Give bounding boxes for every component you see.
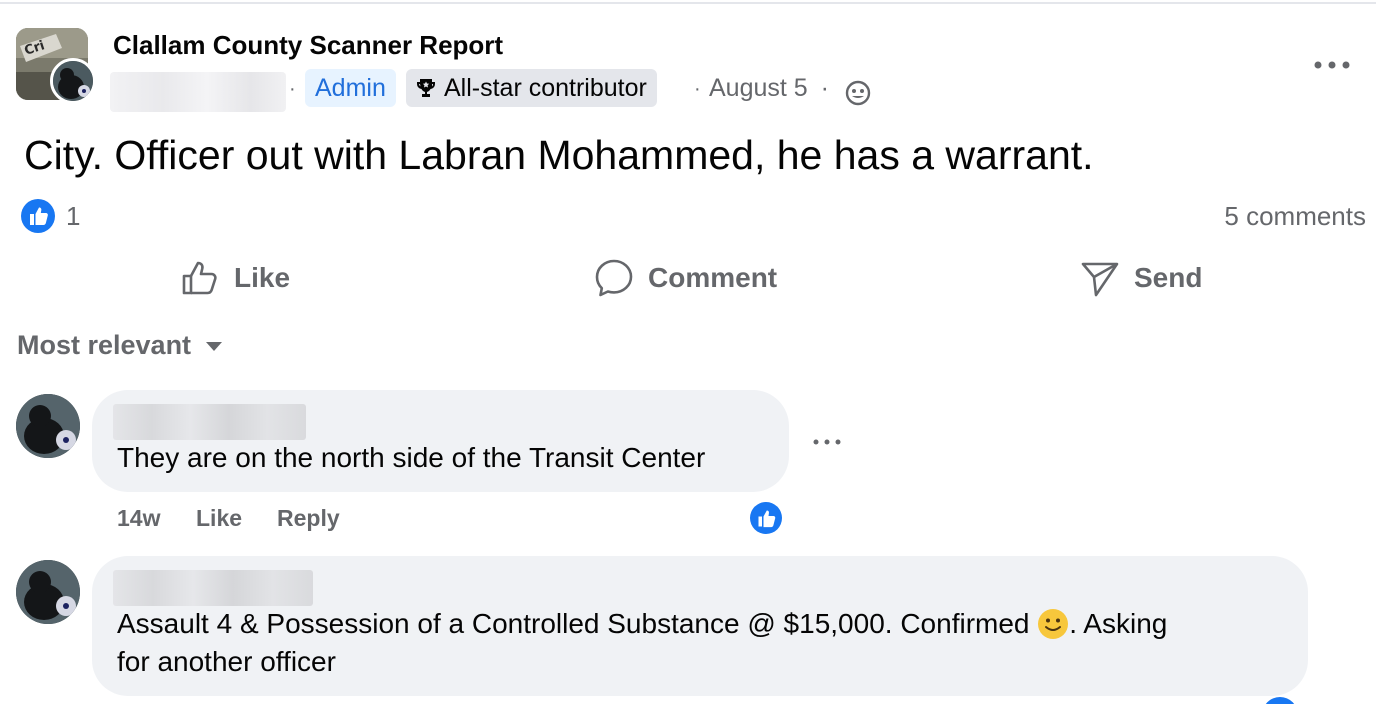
comments-count[interactable]: 5 comments (1224, 201, 1366, 232)
caret-down-icon (206, 341, 223, 351)
comment-text: Assault 4 & Possession of a Controlled S… (117, 605, 1167, 643)
comment-button-label: Comment (648, 262, 778, 293)
send-icon (1081, 262, 1119, 297)
group-name[interactable]: Clallam County Scanner Report (113, 30, 503, 61)
top-divider (0, 2, 1376, 4)
admin-badge[interactable]: Admin (305, 69, 396, 107)
trophy-icon (416, 79, 436, 97)
comment-like-reaction[interactable] (748, 500, 784, 536)
sort-label: Most relevant (17, 330, 192, 360)
separator-dot: · (289, 78, 296, 100)
globe-icon (845, 80, 871, 106)
comment-reply-button[interactable]: Reply (277, 505, 340, 532)
post-date[interactable]: August 5 · (709, 74, 829, 103)
like-reaction-icon (750, 502, 782, 534)
commenter-name-redacted[interactable] (113, 570, 313, 606)
post-date-text: August 5 (709, 74, 808, 102)
separator-dot: · (820, 74, 829, 102)
comment-text-part1: Assault 4 & Possession of a Controlled S… (117, 608, 1038, 639)
comment-sort-dropdown[interactable]: Most relevant (17, 330, 223, 361)
like-button-label: Like (234, 262, 291, 293)
like-icon (182, 261, 217, 295)
reaction-count[interactable]: 1 (66, 201, 80, 232)
like-button[interactable]: Like (180, 256, 290, 300)
comment-text: They are on the north side of the Transi… (117, 442, 706, 473)
allstar-badge-label: All-star contributor (444, 74, 647, 102)
more-icon[interactable] (1312, 58, 1352, 72)
commenter-avatar[interactable] (16, 560, 80, 624)
comment-button[interactable]: Comment (594, 256, 777, 300)
comment-like-button[interactable]: Like (196, 505, 242, 532)
commenter-name-redacted[interactable] (113, 404, 306, 440)
allstar-contributor-badge[interactable]: All-star contributor (406, 69, 657, 107)
comment-text-part2: . Asking (1069, 608, 1168, 639)
comment-more-icon[interactable] (812, 437, 842, 447)
commenter-avatar[interactable] (16, 394, 80, 458)
separator-dot: · (694, 78, 701, 100)
post-text: City. Officer out with Labran Mohammed, … (24, 132, 1094, 178)
author-avatar[interactable] (50, 58, 96, 104)
send-button-label: Send (1134, 262, 1203, 293)
comment-age[interactable]: 14w (117, 505, 160, 532)
comment-text-line2: for another officer (117, 646, 336, 677)
like-reaction-icon[interactable] (20, 198, 56, 234)
author-name-redacted[interactable] (110, 72, 286, 112)
comment-like-reaction[interactable] (1262, 697, 1298, 704)
emoji-icon (1038, 609, 1069, 639)
comment-icon (595, 259, 633, 297)
send-button[interactable]: Send (1080, 256, 1202, 300)
